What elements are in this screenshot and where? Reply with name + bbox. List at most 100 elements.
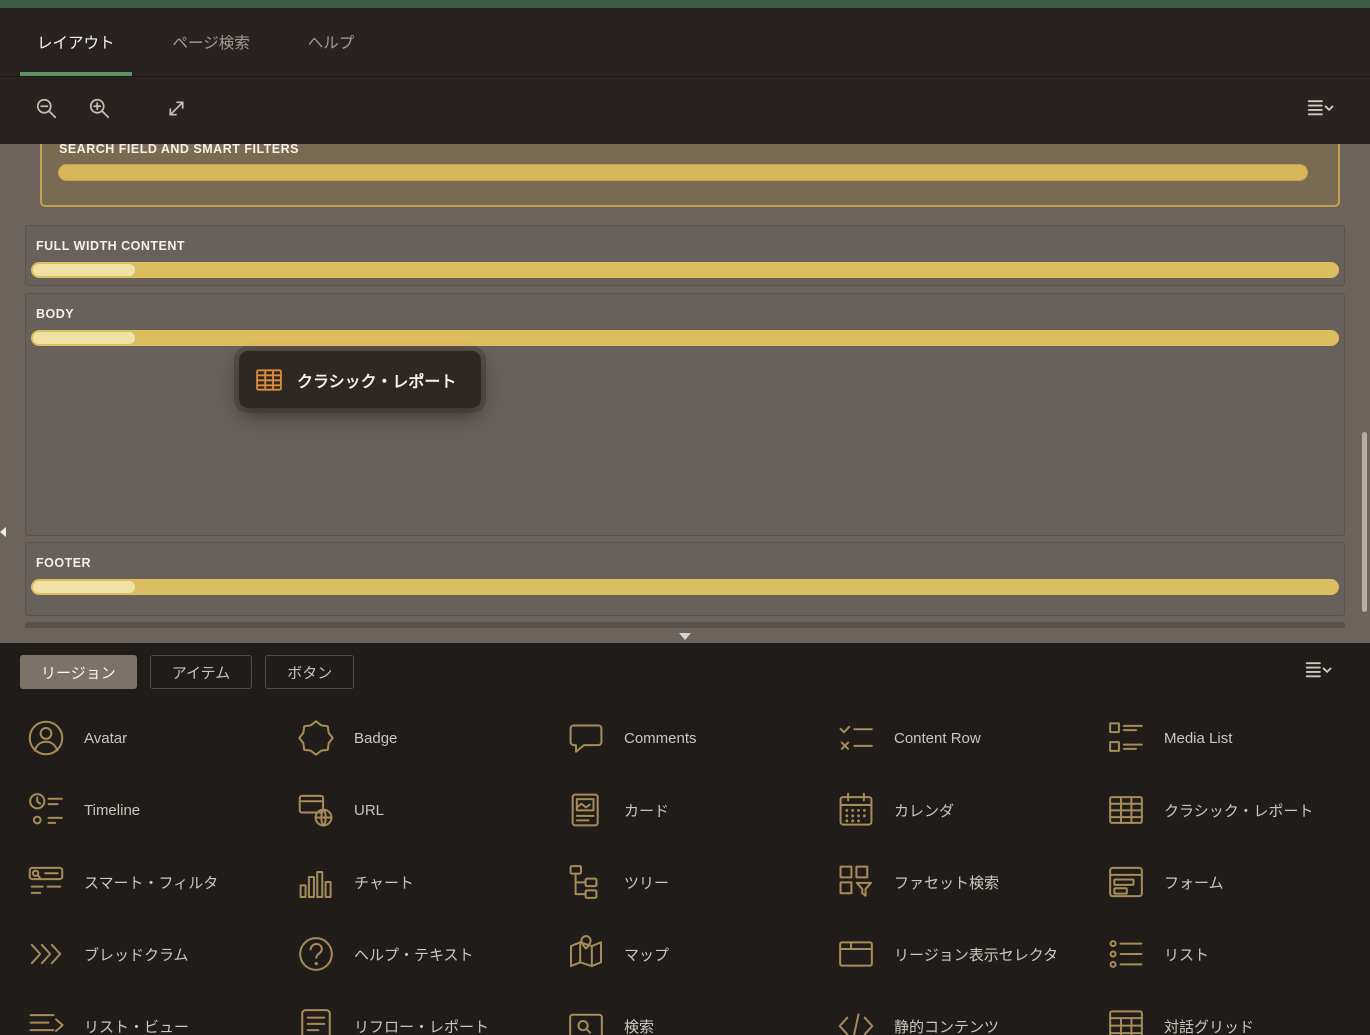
gallery-tab-items[interactable]: アイテム xyxy=(149,655,253,689)
smart-filter-icon xyxy=(25,861,67,903)
zoom-out-icon xyxy=(33,95,60,127)
gallery-item[interactable]: リフロー・レポート xyxy=(295,1005,565,1035)
gallery-item[interactable]: Badge xyxy=(295,717,565,759)
tab-help[interactable]: ヘルプ xyxy=(291,8,372,76)
gallery-item-label: リスト・ビュー xyxy=(84,1018,190,1035)
media-list-icon xyxy=(1105,717,1147,759)
gallery-item-label: カレンダ xyxy=(894,802,955,820)
faceted-search-icon xyxy=(835,861,877,903)
tab-layout-label: レイアウト xyxy=(37,35,115,52)
gallery-item-label: フォーム xyxy=(1164,874,1224,892)
gallery-item-label: スマート・フィルタ xyxy=(84,874,219,892)
zoom-in-button[interactable] xyxy=(77,89,121,133)
gallery-item-label: リージョン表示セレクタ xyxy=(894,946,1059,964)
region-bar[interactable] xyxy=(31,262,1339,278)
content-row-icon xyxy=(835,717,877,759)
url-icon xyxy=(295,789,337,831)
gallery-item[interactable]: カレンダ xyxy=(835,789,1105,831)
gallery-item[interactable]: Comments xyxy=(565,717,835,759)
region-label: BODY xyxy=(36,307,75,321)
search-field-placeholder[interactable] xyxy=(58,164,1308,181)
gallery-item-label: クラシック・レポート xyxy=(1164,802,1314,820)
hamburger-menu-icon xyxy=(1303,655,1333,690)
gallery-tab-buttons[interactable]: ボタン xyxy=(265,655,355,689)
gallery-item[interactable]: ファセット検索 xyxy=(835,861,1105,903)
zoom-out-button[interactable] xyxy=(24,89,68,133)
gallery-tab-regions[interactable]: リージョン xyxy=(20,655,137,689)
gallery-menu-button[interactable] xyxy=(1298,655,1338,689)
layout-menu-button[interactable] xyxy=(1300,91,1340,131)
gallery-item-label: Comments xyxy=(624,729,697,747)
gallery-item-label: Media List xyxy=(1164,729,1233,747)
gallery-item[interactable]: Avatar xyxy=(25,717,295,759)
comments-icon xyxy=(565,717,607,759)
region-search-field-and-smart-filters[interactable]: SEARCH FIELD AND SMART FILTERS xyxy=(40,144,1340,207)
gallery-item[interactable]: ブレッドクラム xyxy=(25,933,295,975)
form-icon xyxy=(1105,861,1147,903)
gallery-item[interactable]: Content Row xyxy=(835,717,1105,759)
top-accent-strip xyxy=(0,0,1370,8)
gallery-item[interactable]: 対話グリッド xyxy=(1105,1005,1370,1035)
zoom-in-icon xyxy=(86,95,113,127)
gallery-item[interactable]: カード xyxy=(565,789,835,831)
gallery-tab-regions-label: リージョン xyxy=(41,664,116,682)
tab-page-search[interactable]: ページ検索 xyxy=(156,8,267,76)
gallery-item[interactable]: 静的コンテンツ xyxy=(835,1005,1105,1035)
gallery-item[interactable]: マップ xyxy=(565,933,835,975)
gallery-item[interactable]: ツリー xyxy=(565,861,835,903)
static-content-icon xyxy=(835,1005,877,1035)
gallery-item[interactable]: リスト・ビュー xyxy=(25,1005,295,1035)
region-display-selector-icon xyxy=(835,933,877,975)
region-label: FOOTER xyxy=(36,556,92,570)
gallery-item[interactable]: フォーム xyxy=(1105,861,1370,903)
gallery-item-label: ヘルプ・テキスト xyxy=(354,946,474,964)
layout-canvas[interactable]: SEARCH FIELD AND SMART FILTERS FULL WIDT… xyxy=(0,144,1370,643)
reflow-report-icon xyxy=(295,1005,337,1035)
region-body[interactable]: BODY クラシック・レポート xyxy=(25,293,1345,536)
gallery-item-label: Avatar xyxy=(84,729,128,747)
region-bar[interactable] xyxy=(31,330,1339,346)
gallery-item[interactable]: リスト xyxy=(1105,933,1370,975)
gallery-item-label: ファセット検索 xyxy=(894,874,1000,892)
gallery-tab-items-label: アイテム xyxy=(171,664,231,682)
gallery-item-label: ブレッドクラム xyxy=(84,946,189,964)
breadcrumb-icon xyxy=(25,933,67,975)
list-icon xyxy=(1105,933,1147,975)
gallery-item-label: チャート xyxy=(354,874,414,892)
collapse-left-panel-handle[interactable] xyxy=(0,522,10,542)
gallery-item[interactable]: スマート・フィルタ xyxy=(25,861,295,903)
gallery-item[interactable]: ヘルプ・テキスト xyxy=(295,933,565,975)
gallery-item-label: カード xyxy=(624,802,670,820)
region-footer[interactable]: FOOTER xyxy=(25,542,1345,616)
map-icon xyxy=(565,933,607,975)
gallery-item[interactable]: チャート xyxy=(295,861,565,903)
gallery-item[interactable]: 検索 xyxy=(565,1005,835,1035)
gallery-item[interactable]: クラシック・レポート xyxy=(1105,789,1370,831)
help-text-icon xyxy=(295,933,337,975)
region-bar[interactable] xyxy=(31,579,1339,595)
gallery-item-label: リフロー・レポート xyxy=(354,1018,490,1035)
list-view-icon xyxy=(25,1005,67,1035)
gallery-item-label: ツリー xyxy=(624,874,670,892)
tab-layout[interactable]: レイアウト xyxy=(20,8,132,76)
region-full-width-content[interactable]: FULL WIDTH CONTENT xyxy=(25,225,1345,286)
gallery-tab-buttons-label: ボタン xyxy=(287,664,333,682)
gallery-item-label: 対話グリッド xyxy=(1164,1018,1255,1035)
tab-help-label: ヘルプ xyxy=(307,35,355,52)
region-label: FULL WIDTH CONTENT xyxy=(36,239,186,253)
drag-ghost-label: クラシック・レポート xyxy=(297,373,457,391)
gallery-item[interactable]: URL xyxy=(295,789,565,831)
expand-button[interactable] xyxy=(154,89,198,133)
gallery-panel: リージョン アイテム ボタン Avatar Badge Comments Con… xyxy=(0,643,1370,1035)
gallery-item[interactable]: リージョン表示セレクタ xyxy=(835,933,1105,975)
gallery-item-label: 静的コンテンツ xyxy=(894,1018,1000,1035)
hamburger-menu-icon xyxy=(1305,93,1335,128)
vertical-scrollbar-thumb[interactable] xyxy=(1362,432,1367,612)
drag-ghost-classic-report[interactable]: クラシック・レポート xyxy=(239,351,481,408)
gallery-item[interactable]: Media List xyxy=(1105,717,1370,759)
splitter-chevron-down-icon[interactable] xyxy=(679,633,691,640)
calendar-icon xyxy=(835,789,877,831)
gallery-item[interactable]: Timeline xyxy=(25,789,295,831)
classic-report-icon xyxy=(1105,789,1147,831)
region-bar-segment xyxy=(33,264,135,276)
